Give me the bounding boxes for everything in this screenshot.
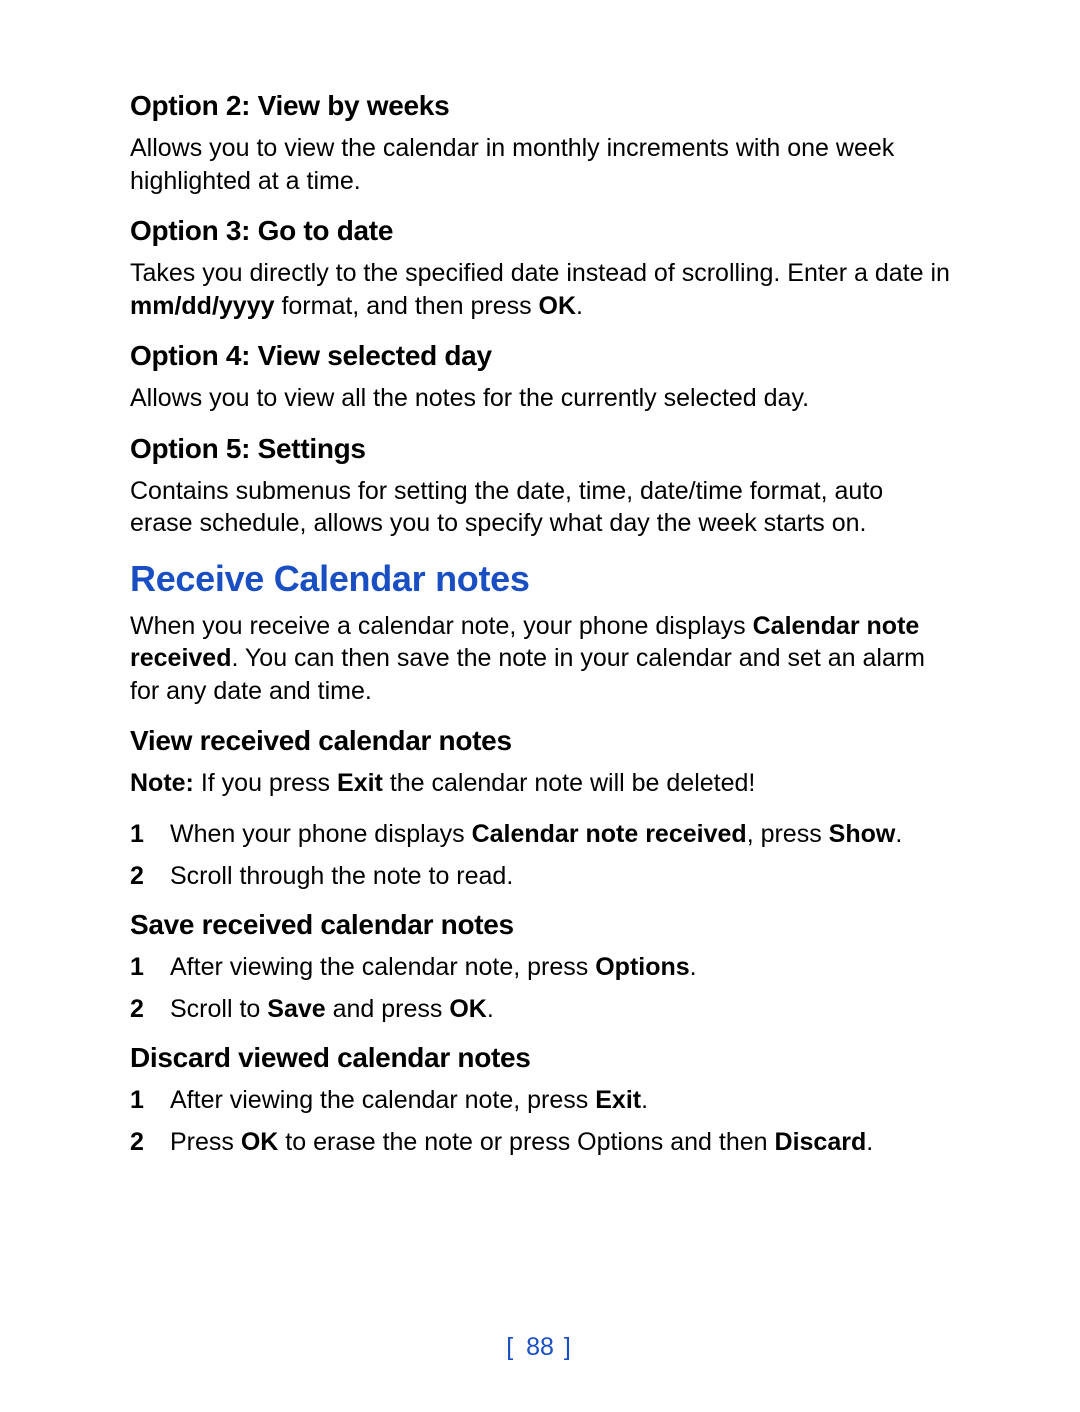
list-item: 2 Scroll to Save and press OK. <box>130 993 950 1026</box>
text: Scroll to <box>170 995 267 1023</box>
list-text: Scroll to Save and press OK. <box>170 993 494 1026</box>
text-bold: Save <box>267 995 325 1023</box>
text: When your phone displays <box>170 820 472 848</box>
list-text: After viewing the calendar note, press E… <box>170 1084 648 1117</box>
option5-heading: Option 5: Settings <box>130 433 950 465</box>
text-bold: mm/dd/yyyy <box>130 292 275 320</box>
text: Takes you directly to the specified date… <box>130 259 950 287</box>
list-text: After viewing the calendar note, press O… <box>170 951 697 984</box>
list-item: 2 Press OK to erase the note or press Op… <box>130 1126 950 1159</box>
text-bold: OK <box>449 995 487 1023</box>
text: . <box>895 820 902 848</box>
page-number: [ 88 ] <box>0 1333 1080 1362</box>
text: the calendar note will be deleted! <box>383 769 755 797</box>
list-text: Press OK to erase the note or press Opti… <box>170 1126 873 1159</box>
text-bold: OK <box>539 292 577 320</box>
text: . <box>641 1086 648 1114</box>
receive-heading: Receive Calendar notes <box>130 558 950 600</box>
view-notes-list: 1 When your phone displays Calendar note… <box>130 818 950 893</box>
text-bold: Exit <box>337 769 383 797</box>
list-number: 1 <box>130 951 170 984</box>
bracket-right: ] <box>554 1333 574 1361</box>
view-notes-note: Note: If you press Exit the calendar not… <box>130 767 950 800</box>
discard-notes-list: 1 After viewing the calendar note, press… <box>130 1084 950 1159</box>
text-bold: Calendar note received <box>472 820 747 848</box>
text: . <box>576 292 583 320</box>
text: If you press <box>194 769 337 797</box>
option4-body: Allows you to view all the notes for the… <box>130 382 950 415</box>
list-item: 1 After viewing the calendar note, press… <box>130 951 950 984</box>
text: . <box>487 995 494 1023</box>
list-item: 1 When your phone displays Calendar note… <box>130 818 950 851</box>
text: to erase the note or press Options and t… <box>278 1128 774 1156</box>
text: , press <box>747 820 829 848</box>
receive-body: When you receive a calendar note, your p… <box>130 610 950 708</box>
save-notes-heading: Save received calendar notes <box>130 909 950 941</box>
list-text: Scroll through the note to read. <box>170 860 513 893</box>
text-bold: Show <box>829 820 896 848</box>
text-bold: Exit <box>595 1086 641 1114</box>
text-bold: Options <box>595 953 689 981</box>
option3-body: Takes you directly to the specified date… <box>130 257 950 322</box>
text: . <box>690 953 697 981</box>
list-number: 2 <box>130 860 170 893</box>
text: After viewing the calendar note, press <box>170 953 595 981</box>
list-text: When your phone displays Calendar note r… <box>170 818 902 851</box>
option4-heading: Option 4: View selected day <box>130 340 950 372</box>
text: After viewing the calendar note, press <box>170 1086 595 1114</box>
list-number: 1 <box>130 1084 170 1117</box>
page-num: 88 <box>526 1333 554 1361</box>
text: When you receive a calendar note, your p… <box>130 612 753 640</box>
text-bold: Note: <box>130 769 194 797</box>
list-item: 1 After viewing the calendar note, press… <box>130 1084 950 1117</box>
text: . <box>866 1128 873 1156</box>
option3-heading: Option 3: Go to date <box>130 215 950 247</box>
view-notes-heading: View received calendar notes <box>130 725 950 757</box>
list-number: 1 <box>130 818 170 851</box>
text-bold: Discard <box>775 1128 867 1156</box>
list-number: 2 <box>130 993 170 1026</box>
list-number: 2 <box>130 1126 170 1159</box>
bracket-left: [ <box>506 1333 526 1361</box>
text: and press <box>326 995 450 1023</box>
option5-body: Contains submenus for setting the date, … <box>130 475 950 540</box>
text: Press <box>170 1128 241 1156</box>
text: format, and then press <box>275 292 539 320</box>
list-item: 2 Scroll through the note to read. <box>130 860 950 893</box>
discard-notes-heading: Discard viewed calendar notes <box>130 1042 950 1074</box>
option2-body: Allows you to view the calendar in month… <box>130 132 950 197</box>
text-bold: OK <box>241 1128 279 1156</box>
option2-heading: Option 2: View by weeks <box>130 90 950 122</box>
save-notes-list: 1 After viewing the calendar note, press… <box>130 951 950 1026</box>
text: . You can then save the note in your cal… <box>130 644 925 705</box>
